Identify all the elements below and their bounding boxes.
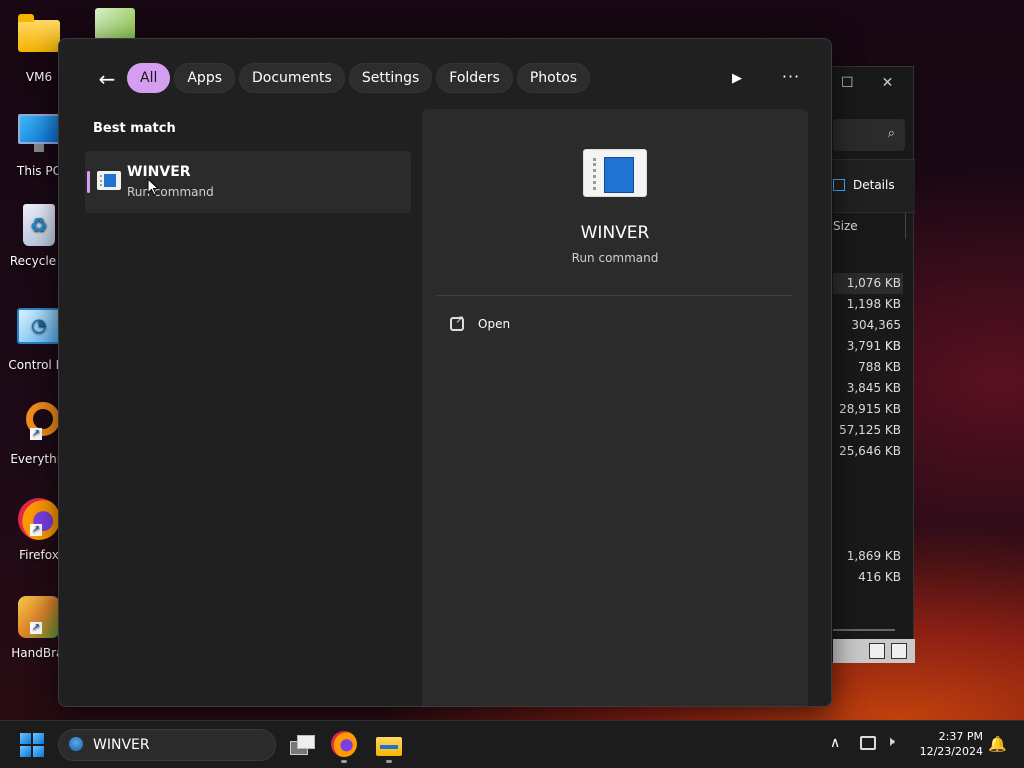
search-icon bbox=[69, 737, 83, 751]
network-icon[interactable] bbox=[860, 736, 876, 750]
close-icon[interactable]: ✕ bbox=[882, 75, 894, 91]
computer-icon bbox=[16, 114, 62, 160]
clock-date: 12/23/2024 bbox=[919, 745, 983, 758]
explorer-toolbar: Details bbox=[833, 159, 915, 213]
explorer-search-box[interactable]: ⌕ bbox=[833, 119, 905, 151]
show-hidden-icons-chevron-icon[interactable]: ∧ bbox=[830, 735, 840, 751]
file-size-cell[interactable]: 3,791 KB bbox=[833, 336, 903, 357]
handbrake-icon: ↗ bbox=[16, 596, 62, 642]
control-panel-icon: ◔ bbox=[16, 308, 62, 354]
result-type: Run command bbox=[127, 185, 214, 199]
preview-app-name: WINVER bbox=[580, 223, 650, 243]
shortcut-arrow-icon: ↗ bbox=[30, 524, 42, 536]
file-size-cell-empty[interactable] bbox=[833, 483, 903, 504]
filter-photos[interactable]: Photos bbox=[516, 63, 591, 93]
preview-app-type: Run command bbox=[571, 251, 659, 265]
column-separator[interactable] bbox=[905, 213, 906, 239]
open-action-label: Open bbox=[478, 317, 511, 331]
back-arrow-icon[interactable]: ← bbox=[95, 67, 119, 91]
task-view-icon[interactable] bbox=[288, 731, 316, 759]
result-preview-pane: WINVER Run command Open bbox=[422, 109, 808, 706]
taskbar-search-value: WINVER bbox=[93, 737, 150, 753]
size-column-header[interactable]: Size bbox=[833, 219, 858, 233]
details-pane-icon bbox=[833, 179, 845, 191]
window-controls: ☐ ✕ bbox=[841, 75, 921, 91]
volume-muted-icon[interactable]: 🕨 bbox=[886, 734, 895, 750]
file-size-cell[interactable]: 3,845 KB bbox=[833, 378, 903, 399]
file-size-cell[interactable]: 416 KB bbox=[833, 567, 903, 588]
firefox-taskbar-icon[interactable] bbox=[331, 731, 357, 757]
file-size-cell[interactable]: 1,076 KB bbox=[833, 273, 903, 294]
taskbar-search-box[interactable]: WINVER bbox=[58, 729, 276, 761]
divider bbox=[436, 295, 792, 296]
shortcut-arrow-icon: ↗ bbox=[30, 622, 42, 634]
winver-app-icon bbox=[97, 171, 121, 190]
file-explorer-taskbar-icon[interactable] bbox=[375, 731, 403, 759]
filter-folders[interactable]: Folders bbox=[436, 63, 513, 93]
file-size-cell[interactable]: 25,646 KB bbox=[833, 441, 903, 462]
mouse-cursor-icon bbox=[147, 178, 159, 196]
firefox-icon: ↗ bbox=[16, 498, 62, 544]
search-panel: ← All Apps Documents Settings Folders Ph… bbox=[58, 38, 832, 707]
best-match-heading: Best match bbox=[93, 121, 176, 136]
search-icon: ⌕ bbox=[887, 126, 895, 141]
details-view-icon[interactable] bbox=[869, 643, 885, 659]
horizontal-scrollbar[interactable] bbox=[833, 629, 895, 631]
file-size-cell[interactable]: 28,915 KB bbox=[833, 399, 903, 420]
filter-documents[interactable]: Documents bbox=[239, 63, 345, 93]
best-match-result[interactable]: WINVER Run command bbox=[85, 151, 411, 213]
taskbar: WINVER ∧ 🕨 2:37 PM 12/23/2024 🔔 bbox=[0, 720, 1024, 768]
notification-bell-icon[interactable]: 🔔 bbox=[988, 735, 1007, 753]
folder-icon bbox=[16, 14, 62, 66]
file-size-cell-empty[interactable] bbox=[833, 525, 903, 546]
explorer-status-bar bbox=[833, 639, 915, 663]
file-size-cell-empty[interactable] bbox=[833, 462, 903, 483]
details-label: Details bbox=[853, 178, 895, 192]
recycle-bin-icon: ♻ bbox=[16, 204, 62, 250]
more-options-icon[interactable]: ··· bbox=[779, 67, 803, 87]
file-size-cell-empty[interactable] bbox=[833, 504, 903, 525]
file-size-cell[interactable]: 788 KB bbox=[833, 357, 903, 378]
file-size-cell[interactable]: 1,198 KB bbox=[833, 294, 903, 315]
taskbar-clock[interactable]: 2:37 PM 12/23/2024 bbox=[915, 729, 983, 759]
selection-indicator bbox=[87, 171, 90, 193]
start-button-windows-icon[interactable] bbox=[20, 733, 44, 757]
file-size-cell[interactable]: 57,125 KB bbox=[833, 420, 903, 441]
filter-settings[interactable]: Settings bbox=[348, 63, 433, 93]
shortcut-arrow-icon: ↗ bbox=[30, 428, 42, 440]
clock-time: 2:37 PM bbox=[938, 730, 983, 743]
file-size-cell[interactable]: 1,869 KB bbox=[833, 546, 903, 567]
file-size-list: 1,076 KB 1,198 KB 304,365 KB 3,791 KB 78… bbox=[833, 273, 903, 588]
notepad-plus-icon bbox=[95, 8, 135, 40]
filter-all[interactable]: All bbox=[127, 63, 171, 93]
winver-app-icon-large bbox=[583, 149, 647, 197]
large-icons-view-icon[interactable] bbox=[891, 643, 907, 659]
play-icon[interactable]: ▶ bbox=[727, 69, 747, 89]
open-action-button[interactable]: Open bbox=[442, 311, 782, 339]
filter-apps[interactable]: Apps bbox=[174, 63, 236, 93]
maximize-icon[interactable]: ☐ bbox=[841, 75, 854, 91]
details-button[interactable]: Details bbox=[833, 178, 895, 192]
running-indicator bbox=[341, 760, 347, 763]
everything-search-icon: ↗ bbox=[16, 402, 62, 448]
search-filter-bar: All Apps Documents Settings Folders Phot… bbox=[127, 63, 591, 93]
file-size-cell[interactable]: 304,365 KB bbox=[833, 315, 903, 353]
running-indicator bbox=[386, 760, 392, 763]
open-external-icon bbox=[450, 313, 464, 331]
